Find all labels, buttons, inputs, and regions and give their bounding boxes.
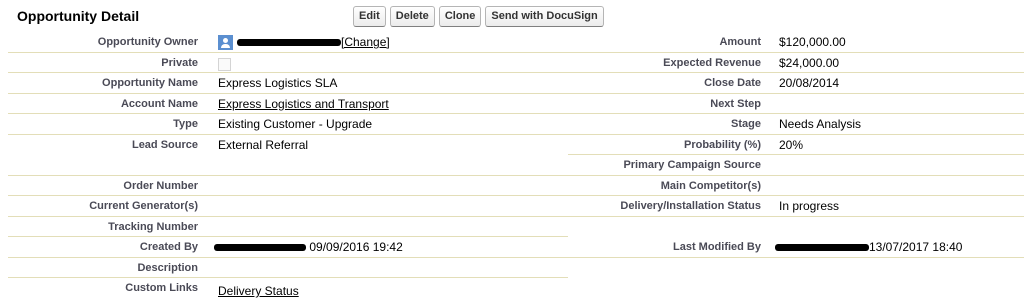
detail-row: Custom Links Delivery Status [0, 278, 1024, 299]
send-with-docusign-button[interactable]: Send with DocuSign [485, 6, 604, 27]
field-amount: Amount $120,000.00 [568, 32, 1024, 53]
field-stage: Stage Needs Analysis [568, 114, 1024, 135]
field-lead-source: Lead Source External Referral [0, 135, 568, 156]
detail-row: Account Name Express Logistics and Trans… [0, 94, 1024, 115]
delivery-status-link[interactable]: Delivery Status [218, 284, 299, 298]
field-custom-links: Custom Links Delivery Status [0, 278, 568, 299]
blank-cell [568, 278, 1024, 299]
page-title: Opportunity Detail [17, 8, 140, 24]
redacted-creator-name [214, 244, 306, 252]
delete-button[interactable]: Delete [389, 6, 435, 27]
detail-row: Created By 09/09/2016 19:42 Last Modifie… [0, 237, 1024, 258]
detail-row: Opportunity Name Express Logistics SLA C… [0, 73, 1024, 94]
field-current-generators: Current Generator(s) [0, 196, 568, 217]
probability-value: 20% [779, 137, 804, 152]
private-checkbox [218, 57, 231, 71]
detail-row: Tracking Number [0, 217, 1024, 238]
stage-label: Stage [731, 118, 761, 130]
field-tracking-number: Tracking Number [0, 217, 568, 238]
close-date-label: Close Date [704, 77, 761, 89]
created-by-label: Created By [139, 241, 198, 253]
main-competitors-label: Main Competitor(s) [660, 179, 761, 192]
field-delivery-installation-status: Delivery/Installation Status In progress [568, 196, 1024, 217]
field-opportunity-name: Opportunity Name Express Logistics SLA [0, 73, 568, 94]
field-expected-revenue: Expected Revenue $24,000.00 [568, 53, 1024, 74]
custom-links-label: Custom Links [125, 282, 198, 294]
last-modified-by-value: 13/07/2017 18:40 [775, 240, 962, 254]
account-name-link[interactable]: Express Logistics and Transport [218, 97, 389, 111]
probability-label: Probability (%) [683, 138, 761, 151]
blank-cell [568, 258, 1024, 279]
type-label: Type [173, 118, 198, 130]
blank-cell [0, 155, 568, 176]
amount-label: Amount [719, 36, 761, 48]
last-modified-date: 13/07/2017 18:40 [869, 240, 963, 254]
field-last-modified-by: Last Modified By 13/07/2017 18:40 [568, 237, 1024, 258]
edit-button[interactable]: Edit [353, 6, 386, 27]
lead-source-label: Lead Source [131, 138, 198, 151]
field-created-by: Created By 09/09/2016 19:42 [0, 237, 568, 258]
opportunity-detail-grid: Opportunity Owner [Change] Amount $120,0… [0, 32, 1024, 299]
detail-row: Lead Source External Referral Probabilit… [0, 135, 1024, 156]
clone-button[interactable]: Clone [438, 6, 482, 27]
field-probability: Probability (%) 20% [568, 135, 1024, 156]
delivery-installation-status-value: In progress [779, 199, 840, 213]
detail-row: Private Expected Revenue $24,000.00 [0, 53, 1024, 74]
opportunity-name-label: Opportunity Name [102, 77, 198, 89]
delivery-installation-status-label: Delivery/Installation Status [620, 200, 761, 212]
field-type: Type Existing Customer - Upgrade [0, 114, 568, 135]
tracking-number-label: Tracking Number [108, 220, 198, 233]
detail-row: Opportunity Owner [Change] Amount $120,0… [0, 32, 1024, 53]
current-generators-label: Current Generator(s) [89, 200, 198, 212]
private-label: Private [161, 56, 198, 69]
detail-row: Current Generator(s) Delivery/Installati… [0, 196, 1024, 217]
next-step-label: Next Step [710, 97, 761, 110]
expected-revenue-value: $24,000.00 [779, 55, 840, 70]
opportunity-name-value: Express Logistics SLA [218, 76, 338, 90]
redacted-owner-name [237, 39, 341, 47]
last-modified-by-label: Last Modified By [672, 241, 761, 253]
field-close-date: Close Date 20/08/2014 [568, 73, 1024, 94]
stage-value: Needs Analysis [779, 117, 862, 131]
expected-revenue-label: Expected Revenue [663, 56, 761, 69]
field-main-competitors: Main Competitor(s) [568, 176, 1024, 197]
order-number-label: Order Number [123, 179, 198, 192]
description-label: Description [137, 261, 198, 274]
detail-row: Type Existing Customer - Upgrade Stage N… [0, 114, 1024, 135]
field-private: Private [0, 53, 568, 74]
private-value [218, 56, 231, 74]
opportunity-owner-label: Opportunity Owner [97, 36, 198, 48]
amount-value: $120,000.00 [779, 35, 846, 49]
field-primary-campaign-source: Primary Campaign Source [568, 155, 1024, 176]
user-icon [218, 35, 233, 51]
type-value: Existing Customer - Upgrade [218, 117, 373, 131]
field-next-step: Next Step [568, 94, 1024, 115]
detail-button-bar: Edit Delete Clone Send with DocuSign [353, 6, 604, 27]
field-description: Description [0, 258, 568, 279]
close-date-value: 20/08/2014 [779, 76, 840, 90]
account-name-label: Account Name [120, 97, 198, 110]
blank-cell [568, 217, 1024, 238]
created-by-date: 09/09/2016 19:42 [309, 240, 403, 254]
detail-row: Description [0, 258, 1024, 279]
detail-row: Order Number Main Competitor(s) [0, 176, 1024, 197]
redacted-modifier-name [775, 244, 869, 252]
change-owner-link[interactable]: [Change] [341, 35, 390, 49]
detail-row: Primary Campaign Source [0, 155, 1024, 176]
field-account-name: Account Name Express Logistics and Trans… [0, 94, 568, 115]
field-opportunity-owner: Opportunity Owner [Change] [0, 32, 568, 53]
opportunity-owner-value: [Change] [218, 35, 390, 51]
lead-source-value: External Referral [218, 137, 309, 152]
field-order-number: Order Number [0, 176, 568, 197]
primary-campaign-source-label: Primary Campaign Source [623, 159, 761, 171]
created-by-value: 09/09/2016 19:42 [214, 240, 403, 254]
